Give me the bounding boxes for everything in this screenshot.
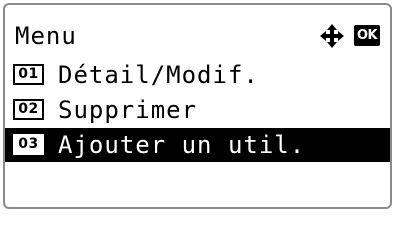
menu-item-supprimer[interactable]: 02 Supprimer xyxy=(5,93,390,127)
page-title: Menu xyxy=(15,22,77,50)
item-number-badge: 02 xyxy=(13,99,44,120)
menu-item-label: Détail/Modif. xyxy=(58,61,259,89)
menu-item-label: Supprimer xyxy=(58,96,198,124)
menu-item-ajouter-util[interactable]: 03 Ajouter un util. xyxy=(5,128,390,162)
item-number-badge: 03 xyxy=(13,134,44,155)
menu-item-detail-modif[interactable]: 01 Détail/Modif. xyxy=(5,58,390,92)
lcd-panel: Menu OK 01 Détail/Modif. 02 Supprimer 03… xyxy=(3,3,392,209)
item-number-badge: 01 xyxy=(13,64,44,85)
menu-header: Menu OK xyxy=(5,17,390,55)
four-way-arrow-icon xyxy=(319,23,345,49)
ok-icon: OK xyxy=(354,25,380,46)
menu-item-label: Ajouter un util. xyxy=(58,131,306,159)
